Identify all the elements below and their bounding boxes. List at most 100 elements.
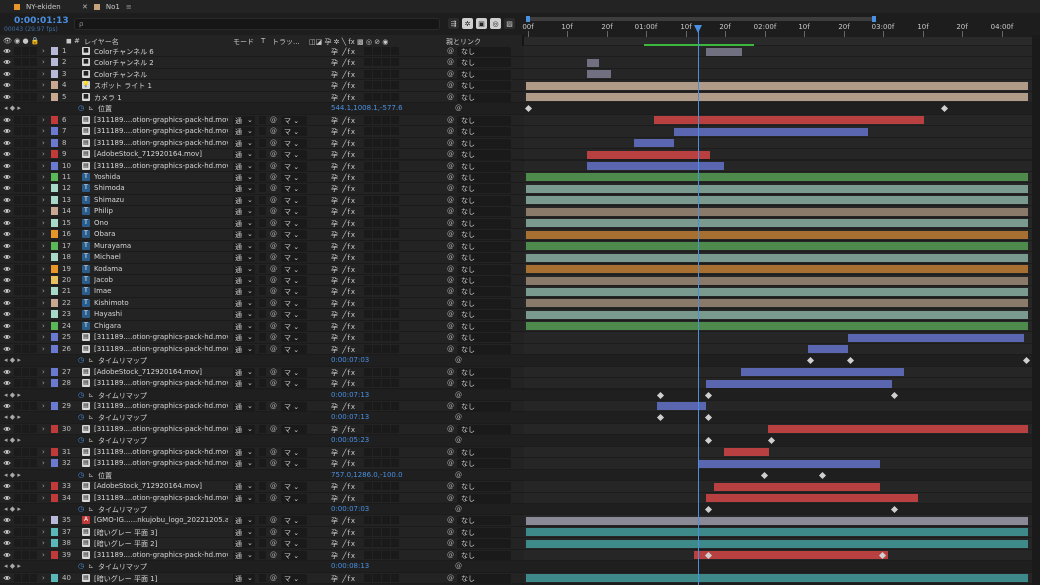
layer-name[interactable]: Imae <box>94 287 228 295</box>
parent-pickwhip-icon[interactable]: @ <box>447 574 454 582</box>
switch-box[interactable] <box>364 482 372 491</box>
twirl-arrow-icon[interactable]: › <box>42 494 45 502</box>
stopwatch-icon[interactable]: ◷ <box>78 391 84 399</box>
layer-row[interactable]: › 37 ▤ [暗いグレー 平面 3] 通 ⌄ @ マ ⌄ 孕 ╱fx @ なし <box>0 526 524 539</box>
visibility-eye-icon[interactable] <box>3 368 11 376</box>
track-matte-pickwhip-icon[interactable]: @ <box>270 379 277 387</box>
track-matte-dropdown[interactable]: マ ⌄ <box>281 539 307 549</box>
property-track[interactable] <box>524 389 1032 401</box>
solo-toggle[interactable] <box>22 58 29 67</box>
switch-box[interactable] <box>364 516 372 525</box>
lock-toggle[interactable] <box>30 127 37 136</box>
track-matte-pickwhip-icon[interactable]: @ <box>270 299 277 307</box>
layer-track[interactable] <box>524 549 1032 562</box>
layer-name[interactable]: [311189....otion-graphics-pack-hd.mov] <box>94 551 228 559</box>
track-matte-pickwhip-icon[interactable]: @ <box>270 139 277 147</box>
layer-row[interactable]: › 8 ▤ [311189....otion-graphics-pack-hd.mov… <box>0 137 524 150</box>
keyframe-diamond[interactable] <box>656 414 665 422</box>
layer-duration-bar[interactable] <box>526 276 1028 285</box>
switch-box[interactable] <box>373 172 381 181</box>
switch-box[interactable] <box>364 321 372 330</box>
expression-pickwhip-icon[interactable]: @ <box>455 436 462 444</box>
parent-dropdown[interactable]: なし <box>457 516 511 526</box>
preserve-transparency-toggle[interactable] <box>259 264 266 273</box>
switch-box[interactable] <box>382 47 390 55</box>
layer-name[interactable]: Jacob <box>94 276 228 284</box>
preserve-transparency-toggle[interactable] <box>259 333 266 342</box>
chevron-down-icon[interactable]: ⌄ <box>247 287 253 295</box>
visibility-eye-icon[interactable] <box>3 551 11 559</box>
layer-name[interactable]: [311189....otion-graphics-pack-hd.mov] <box>94 139 228 147</box>
parent-pickwhip-icon[interactable]: @ <box>447 528 454 536</box>
layer-duration-bar[interactable] <box>526 299 1028 308</box>
lock-toggle[interactable] <box>30 253 37 262</box>
switch-box[interactable] <box>391 310 399 319</box>
visibility-eye-icon[interactable] <box>3 230 11 238</box>
layer-track[interactable] <box>524 320 1032 333</box>
track-matte-pickwhip-icon[interactable]: @ <box>270 196 277 204</box>
twirl-arrow-icon[interactable]: › <box>42 207 45 215</box>
layer-switches[interactable]: 孕 ╱fx <box>331 196 356 206</box>
switch-box[interactable] <box>373 81 381 90</box>
track-matte-dropdown[interactable]: マ ⌄ <box>281 482 307 492</box>
parent-dropdown[interactable]: なし <box>457 184 511 194</box>
twirl-arrow-icon[interactable]: › <box>42 139 45 147</box>
switch-box[interactable] <box>382 310 390 319</box>
twirl-arrow-icon[interactable]: › <box>42 242 45 250</box>
layer-row[interactable]: › 10 ▤ [311189....otion-graphics-pack-hd.mo… <box>0 160 524 172</box>
lock-toggle[interactable] <box>30 367 37 376</box>
switch-box[interactable] <box>391 127 399 136</box>
layer-switches[interactable]: 孕 ╱fx <box>331 173 356 183</box>
parent-dropdown[interactable]: なし <box>457 298 511 308</box>
chevron-down-icon[interactable]: ⌄ <box>247 368 253 376</box>
solo-toggle[interactable] <box>22 69 29 78</box>
audio-toggle[interactable] <box>14 276 21 284</box>
chevron-down-icon[interactable]: ⌄ <box>247 322 253 330</box>
switch-box[interactable] <box>373 207 381 216</box>
close-icon[interactable]: ✕ <box>82 3 88 11</box>
audio-toggle[interactable] <box>14 310 21 319</box>
twirl-arrow-icon[interactable]: › <box>42 70 45 78</box>
preserve-transparency-toggle[interactable] <box>259 138 266 147</box>
layer-row[interactable]: › 3 ■ Colorチャンネル 孕 ╱fx @ なし <box>0 68 524 81</box>
layer-switches[interactable]: 孕 ╱fx <box>331 242 356 252</box>
switch-box[interactable] <box>391 573 399 582</box>
switch-box[interactable] <box>364 447 372 456</box>
switch-box[interactable] <box>373 161 381 170</box>
chevron-down-icon[interactable]: ⌄ <box>247 299 253 307</box>
solo-toggle[interactable] <box>22 253 29 262</box>
audio-toggle[interactable] <box>14 482 21 491</box>
preserve-transparency-toggle[interactable] <box>259 573 266 582</box>
solo-toggle[interactable] <box>22 459 29 468</box>
switch-box[interactable] <box>364 241 372 250</box>
switch-box[interactable] <box>364 81 372 90</box>
solo-toggle[interactable] <box>22 276 29 284</box>
label-color-swatch[interactable] <box>51 150 58 159</box>
chevron-down-icon[interactable]: ⌄ <box>247 425 253 433</box>
layer-duration-bar[interactable] <box>587 162 724 170</box>
label-color-swatch[interactable] <box>51 276 58 284</box>
layer-duration-bar[interactable] <box>724 448 769 457</box>
chevron-down-icon[interactable]: ⌄ <box>247 402 253 410</box>
layer-name[interactable]: [311189....otion-graphics-pack-hd.mov] <box>94 345 228 353</box>
layer-duration-bar[interactable] <box>706 47 742 56</box>
parent-pickwhip-icon[interactable]: @ <box>447 494 454 502</box>
keyframe-nav-icon[interactable]: ◂ ◆ ▸ <box>4 436 21 444</box>
switch-box[interactable] <box>382 81 390 90</box>
layer-switches[interactable]: 孕 ╱fx <box>331 368 356 378</box>
switch-box[interactable] <box>382 184 390 193</box>
switch-box[interactable] <box>391 379 399 388</box>
layer-switches[interactable]: 孕 ╱fx <box>331 70 356 80</box>
graph-editor-icon[interactable]: ▨ <box>504 18 515 29</box>
layer-row[interactable]: › 16 T Obara 通 ⌄ @ マ ⌄ 孕 ╱fx @ なし <box>0 229 524 241</box>
switch-box[interactable] <box>373 539 381 548</box>
track-matte-dropdown[interactable]: マ ⌄ <box>281 447 307 457</box>
audio-toggle[interactable] <box>14 459 21 468</box>
track-matte-dropdown[interactable]: マ ⌄ <box>281 172 307 182</box>
stopwatch-icon[interactable]: ◷ <box>78 413 84 421</box>
layer-row[interactable]: › 33 ▤ [AdobeStock_712920164.mov] 通 ⌄ @ マ ⌄ 孕 ╱f… <box>0 481 524 493</box>
layer-duration-bar[interactable] <box>526 322 1028 331</box>
switch-box[interactable] <box>373 550 381 559</box>
property-track[interactable] <box>524 561 1032 573</box>
preserve-transparency-toggle[interactable] <box>259 539 266 548</box>
